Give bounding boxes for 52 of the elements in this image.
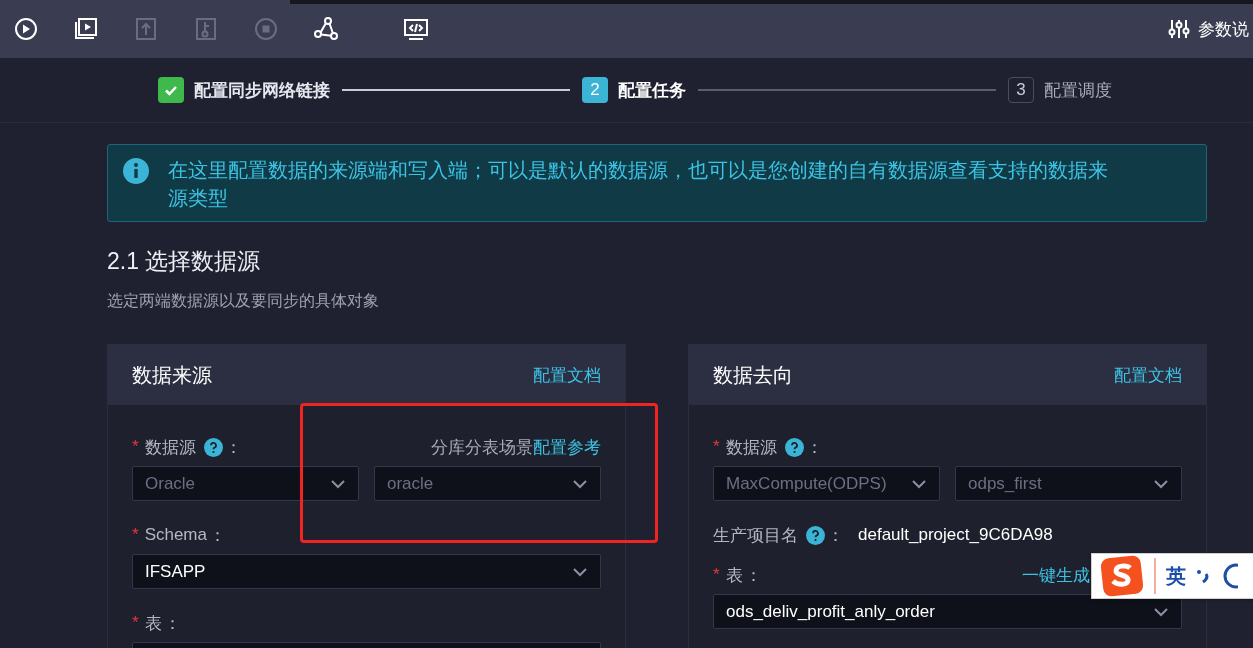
label-colon: ： [805,436,823,459]
sharding-note: 分库分表场景 [431,436,533,459]
required-mark: * [132,437,139,457]
info-text: 在这里配置数据的来源端和写入端；可以是默认的数据源，也可以是您创建的自有数据源查看支持的数据来源类型 [168,158,1109,211]
play-button[interactable] [13,16,39,42]
chevron-icon [330,478,346,489]
docs-link[interactable]: 配置文档 [533,363,601,387]
ime-mode-label: 英 [1166,563,1186,589]
section-title: 2.1 选择数据源 [107,247,262,276]
help-icon[interactable] [806,525,825,545]
field-label: 数据源 [144,436,196,459]
generate-link[interactable]: 一键生成 [1022,563,1090,587]
docs-link[interactable]: 配置文档 [1114,363,1182,387]
parameters-button[interactable]: 参数说 [1168,17,1249,41]
help-icon[interactable] [784,437,804,457]
step-number: 2 [582,77,608,103]
field-label: 数据源 [725,436,777,459]
chevron-icon [572,478,588,489]
sliders-icon [1168,18,1190,40]
select-field[interactable]: ods_deliv_profit_anly_order [713,594,1182,629]
info-icon [122,157,150,185]
field-label: 表 [725,564,743,587]
select-field[interactable]: IFSAPP [132,554,601,589]
chevron-icon [1153,606,1169,617]
label-colon: ： [224,436,242,459]
label-colon: ： [744,564,762,587]
required-mark: * [132,613,139,633]
field-label: Schema [144,525,207,545]
required-mark: * [713,437,720,457]
step-item[interactable]: 配置同步网络链接 [158,75,330,105]
chevron-icon [1153,478,1169,489]
step-item[interactable]: 3 配置调度 [1008,75,1112,105]
field-label: 表 [144,612,162,635]
graph-button[interactable] [313,16,339,42]
code-button[interactable] [403,16,429,42]
chevron-icon [572,566,588,577]
required-mark: * [713,565,720,585]
chevron-icon [911,478,927,489]
step-number: 3 [1008,77,1034,103]
label-colon: ： [209,524,226,547]
required-mark: * [132,525,139,545]
help-icon[interactable] [203,437,223,457]
panel-title: 数据去向 [713,362,793,388]
label-colon: ： [827,524,844,547]
step-item[interactable]: 2 配置任务 [582,75,686,105]
project-name: default_project_9C6DA98 [858,525,1053,545]
section-subtitle: 选定两端数据源以及要同步的具体对象 [107,291,380,311]
label-colon: ： [163,612,181,635]
field-label: 生产项目名 [713,524,798,547]
media-button[interactable] [73,16,99,42]
panel-title: 数据来源 [132,362,212,388]
reference-link[interactable]: 配置参考 [533,435,601,459]
